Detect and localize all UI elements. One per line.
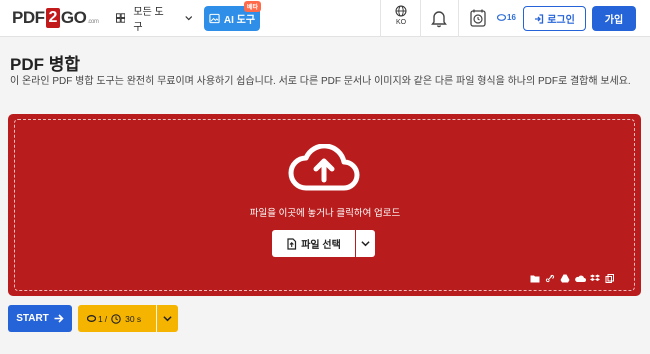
logo-go: GO <box>60 8 87 27</box>
grid-icon <box>116 13 126 23</box>
cloud-upload-icon <box>288 144 360 191</box>
google-drive-icon[interactable] <box>560 270 570 283</box>
limit-separator: / <box>104 313 108 324</box>
coin-icon <box>497 14 506 21</box>
header-divider <box>420 0 421 37</box>
onedrive-icon[interactable] <box>575 270 586 282</box>
ai-tools-label: AI 도구 <box>223 15 256 26</box>
page-description: 이 온라인 PDF 병합 도구는 완전히 무료이며 사용하기 쉽습니다. 서로 … <box>10 76 631 87</box>
clock-icon <box>111 313 121 324</box>
login-button[interactable]: 로그인 <box>523 6 586 31</box>
arrow-right-icon <box>54 314 64 323</box>
credits-counter[interactable]: 16 <box>497 13 516 22</box>
language-code: KO <box>395 19 407 26</box>
top-header: PDF 2 GO .com 모든 도구 AI 도구 베타 KO 16 로그인 가… <box>0 0 650 37</box>
page-title: PDF 병합 <box>10 55 81 74</box>
dropbox-icon[interactable] <box>590 270 600 281</box>
limits-dropdown[interactable] <box>157 305 178 332</box>
signup-label: 가입 <box>604 15 624 26</box>
login-label: 로그인 <box>547 15 575 26</box>
credits-value: 16 <box>507 13 516 22</box>
header-divider <box>458 0 459 37</box>
choose-file-button[interactable]: 파일 선택 <box>272 230 355 257</box>
ai-image-icon <box>209 13 220 24</box>
logo-two: 2 <box>45 8 60 28</box>
signup-button[interactable]: 가입 <box>592 6 636 31</box>
chevron-down-icon <box>163 316 172 322</box>
beta-badge: 베타 <box>244 1 262 12</box>
chevron-down-icon <box>361 241 370 247</box>
chevron-down-icon <box>184 16 192 21</box>
start-label: START <box>16 313 49 324</box>
header-divider <box>380 0 381 37</box>
all-tools-menu[interactable]: 모든 도구 <box>110 6 192 33</box>
history-button[interactable] <box>469 8 487 33</box>
notifications-button[interactable] <box>430 8 448 33</box>
clipboard-icon[interactable] <box>605 270 615 283</box>
limit-time: 30 s <box>125 313 142 324</box>
coin-icon <box>87 315 96 322</box>
start-button[interactable]: START <box>8 305 72 332</box>
logo-pdf: PDF <box>12 8 45 27</box>
limits-button[interactable]: 1 / 30 s <box>78 305 156 332</box>
choose-file-label: 파일 선택 <box>301 240 341 251</box>
link-icon[interactable] <box>545 270 555 283</box>
choose-file-dropdown[interactable] <box>356 230 375 257</box>
login-icon <box>535 13 544 24</box>
upload-sources <box>530 270 615 283</box>
logo-suffix: .com <box>87 19 99 25</box>
all-tools-label: 모든 도구 <box>133 7 164 33</box>
site-logo[interactable]: PDF 2 GO .com <box>12 7 99 29</box>
file-upload-icon <box>287 237 297 250</box>
language-selector[interactable]: KO <box>390 5 412 26</box>
history-clock-icon <box>470 9 486 27</box>
folder-icon[interactable] <box>530 270 540 283</box>
limit-files: 1 <box>98 313 103 324</box>
dropzone-instruction: 파일을 이곳에 놓거나 클릭하여 업로드 <box>249 208 401 219</box>
globe-icon <box>395 5 407 17</box>
bell-icon <box>431 11 447 28</box>
